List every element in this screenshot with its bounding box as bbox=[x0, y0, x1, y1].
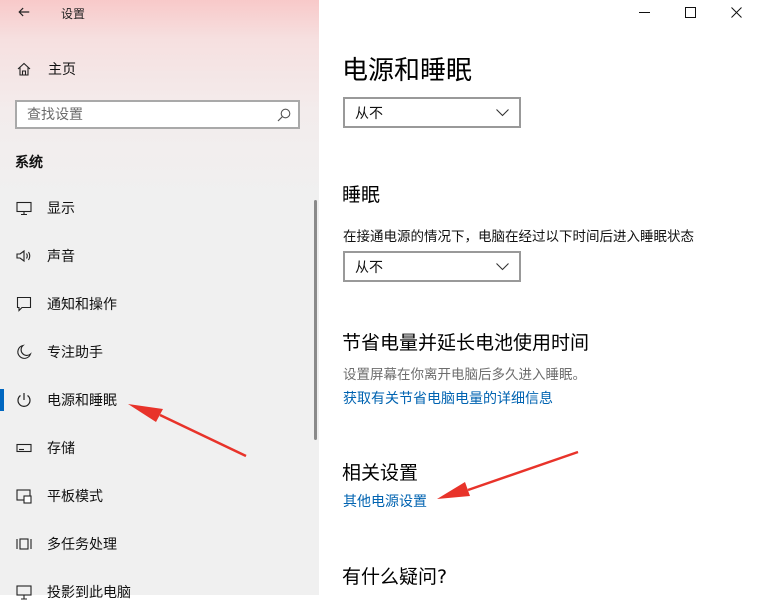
tablet-icon bbox=[14, 486, 34, 506]
settings-sidebar: 设置 主页 系统 显示 声音 bbox=[0, 0, 319, 601]
sidebar-nav: 显示 声音 通知和操作 专注助手 电源和睡眠 存储 平板模式 多任务处理 投影到… bbox=[0, 184, 319, 616]
minimize-button[interactable] bbox=[621, 0, 667, 24]
window-controls bbox=[621, 0, 759, 24]
sidebar-item-project[interactable]: 投影到此电脑 bbox=[0, 568, 319, 616]
related-settings-heading: 相关设置 bbox=[342, 462, 419, 484]
sidebar-item-storage[interactable]: 存储 bbox=[0, 424, 319, 472]
page-title: 电源和睡眠 bbox=[342, 56, 473, 86]
close-button[interactable] bbox=[713, 0, 759, 24]
moon-icon bbox=[14, 342, 34, 362]
speaker-icon bbox=[14, 246, 34, 266]
save-power-info-link[interactable]: 获取有关节省电脑电量的详细信息 bbox=[343, 388, 553, 408]
sidebar-item-label: 投影到此电脑 bbox=[47, 585, 131, 601]
home-label: 主页 bbox=[48, 62, 76, 78]
section-title: 系统 bbox=[15, 155, 43, 171]
back-button[interactable] bbox=[14, 2, 34, 22]
sidebar-item-label: 通知和操作 bbox=[47, 297, 117, 313]
sidebar-item-label: 专注助手 bbox=[47, 345, 103, 361]
search-icon[interactable] bbox=[276, 107, 292, 123]
sidebar-item-tablet-mode[interactable]: 平板模式 bbox=[0, 472, 319, 520]
title-bar: 设置 bbox=[0, 0, 319, 24]
close-icon bbox=[730, 6, 742, 18]
chevron-down-icon bbox=[496, 262, 509, 270]
home-icon bbox=[17, 62, 31, 76]
sidebar-item-label: 平板模式 bbox=[47, 489, 103, 505]
minimize-icon bbox=[638, 11, 650, 13]
sidebar-item-label: 显示 bbox=[47, 201, 75, 217]
screen-timeout-dropdown[interactable]: 从不 bbox=[343, 97, 521, 128]
sidebar-item-notifications[interactable]: 通知和操作 bbox=[0, 280, 319, 328]
sidebar-item-label: 声音 bbox=[47, 249, 75, 265]
search-box[interactable] bbox=[15, 100, 300, 129]
chevron-down-icon bbox=[496, 108, 509, 116]
active-indicator bbox=[0, 389, 4, 411]
dropdown-value: 从不 bbox=[355, 105, 383, 122]
sidebar-item-display[interactable]: 显示 bbox=[0, 184, 319, 232]
notification-icon bbox=[14, 294, 34, 314]
monitor-icon bbox=[14, 198, 34, 218]
sidebar-item-sound[interactable]: 声音 bbox=[0, 232, 319, 280]
power-icon bbox=[14, 390, 34, 410]
back-arrow-icon bbox=[18, 7, 30, 17]
sleep-heading: 睡眠 bbox=[342, 184, 381, 206]
sleep-timeout-dropdown[interactable]: 从不 bbox=[343, 251, 521, 282]
sleep-description: 在接通电源的情况下，电脑在经过以下时间后进入睡眠状态 bbox=[343, 229, 694, 245]
save-power-description: 设置屏幕在你离开电脑后多久进入睡眠。 bbox=[343, 367, 586, 383]
sidebar-item-label: 电源和睡眠 bbox=[47, 393, 117, 409]
storage-icon bbox=[14, 438, 34, 458]
dropdown-value: 从不 bbox=[355, 259, 383, 276]
settings-content: 电源和睡眠 从不 睡眠 在接通电源的情况下，电脑在经过以下时间后进入睡眠状态 从… bbox=[319, 0, 759, 595]
multitask-icon bbox=[14, 534, 34, 554]
additional-power-settings-link[interactable]: 其他电源设置 bbox=[343, 491, 427, 511]
question-heading: 有什么疑问? bbox=[342, 566, 448, 588]
sidebar-item-power-sleep[interactable]: 电源和睡眠 bbox=[0, 376, 319, 424]
search-input[interactable] bbox=[17, 102, 276, 127]
home-nav-item[interactable]: 主页 bbox=[16, 58, 76, 80]
app-title: 设置 bbox=[61, 7, 86, 21]
sidebar-item-focus-assist[interactable]: 专注助手 bbox=[0, 328, 319, 376]
maximize-button[interactable] bbox=[667, 0, 713, 24]
sidebar-item-multitasking[interactable]: 多任务处理 bbox=[0, 520, 319, 568]
project-icon bbox=[14, 582, 34, 602]
sidebar-item-label: 多任务处理 bbox=[47, 537, 117, 553]
maximize-icon bbox=[684, 6, 696, 18]
save-power-heading: 节省电量并延长电池使用时间 bbox=[342, 332, 590, 354]
sidebar-item-label: 存储 bbox=[47, 441, 75, 457]
sidebar-scrollbar[interactable] bbox=[314, 200, 317, 440]
